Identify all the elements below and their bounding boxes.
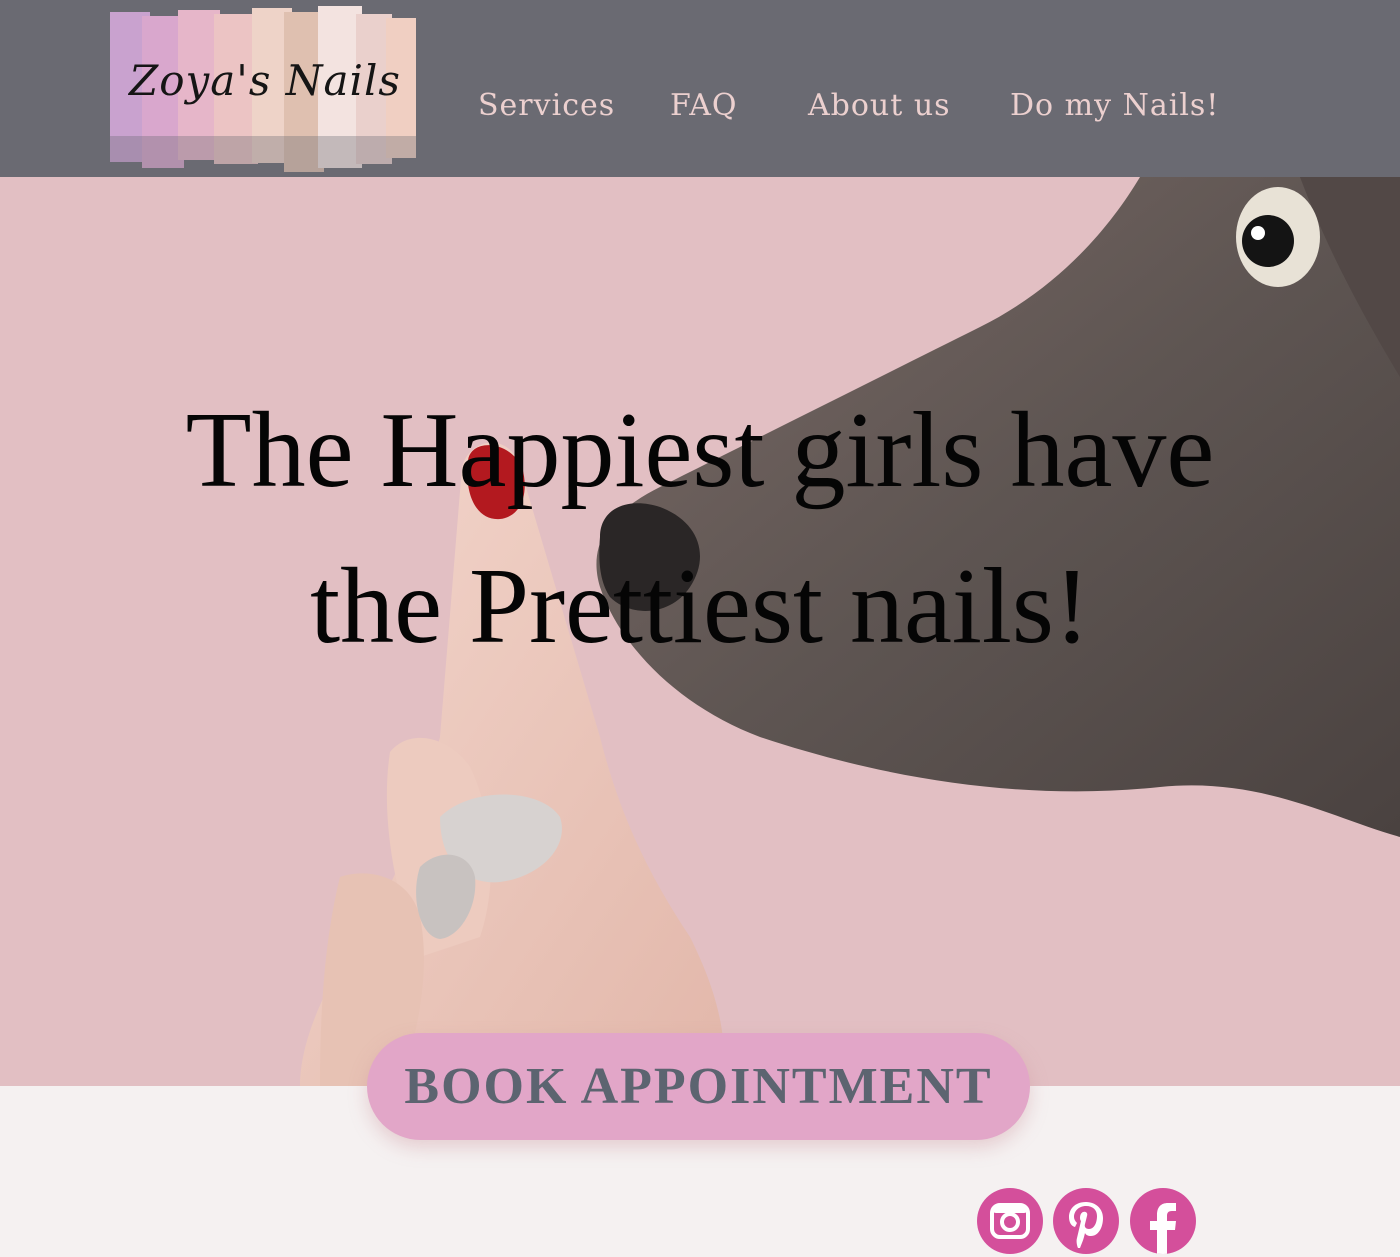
hero-section: The Happiest girls have the Prettiest na…: [0, 177, 1400, 1086]
facebook-icon[interactable]: [1130, 1188, 1196, 1254]
logo-text: Zoya's Nails: [129, 56, 401, 105]
hero-headline-line1: The Happiest girls have: [185, 391, 1215, 510]
nav-do-my-nails[interactable]: Do my Nails!: [1010, 88, 1219, 123]
logo[interactable]: Zoya's Nails: [108, 6, 420, 176]
pinterest-icon[interactable]: [1053, 1188, 1119, 1254]
hero-headline-line2: the Prettiest nails!: [310, 547, 1090, 666]
hero-headline: The Happiest girls have the Prettiest na…: [100, 373, 1300, 685]
nav-services[interactable]: Services: [478, 88, 615, 123]
book-appointment-button[interactable]: BOOK APPOINTMENT: [367, 1033, 1030, 1140]
instagram-icon[interactable]: [977, 1188, 1043, 1254]
nav-about-us[interactable]: About us: [808, 88, 951, 123]
nav-faq[interactable]: FAQ: [670, 88, 737, 123]
site-header: Zoya's Nails Services FAQ About us Do my…: [0, 0, 1400, 177]
